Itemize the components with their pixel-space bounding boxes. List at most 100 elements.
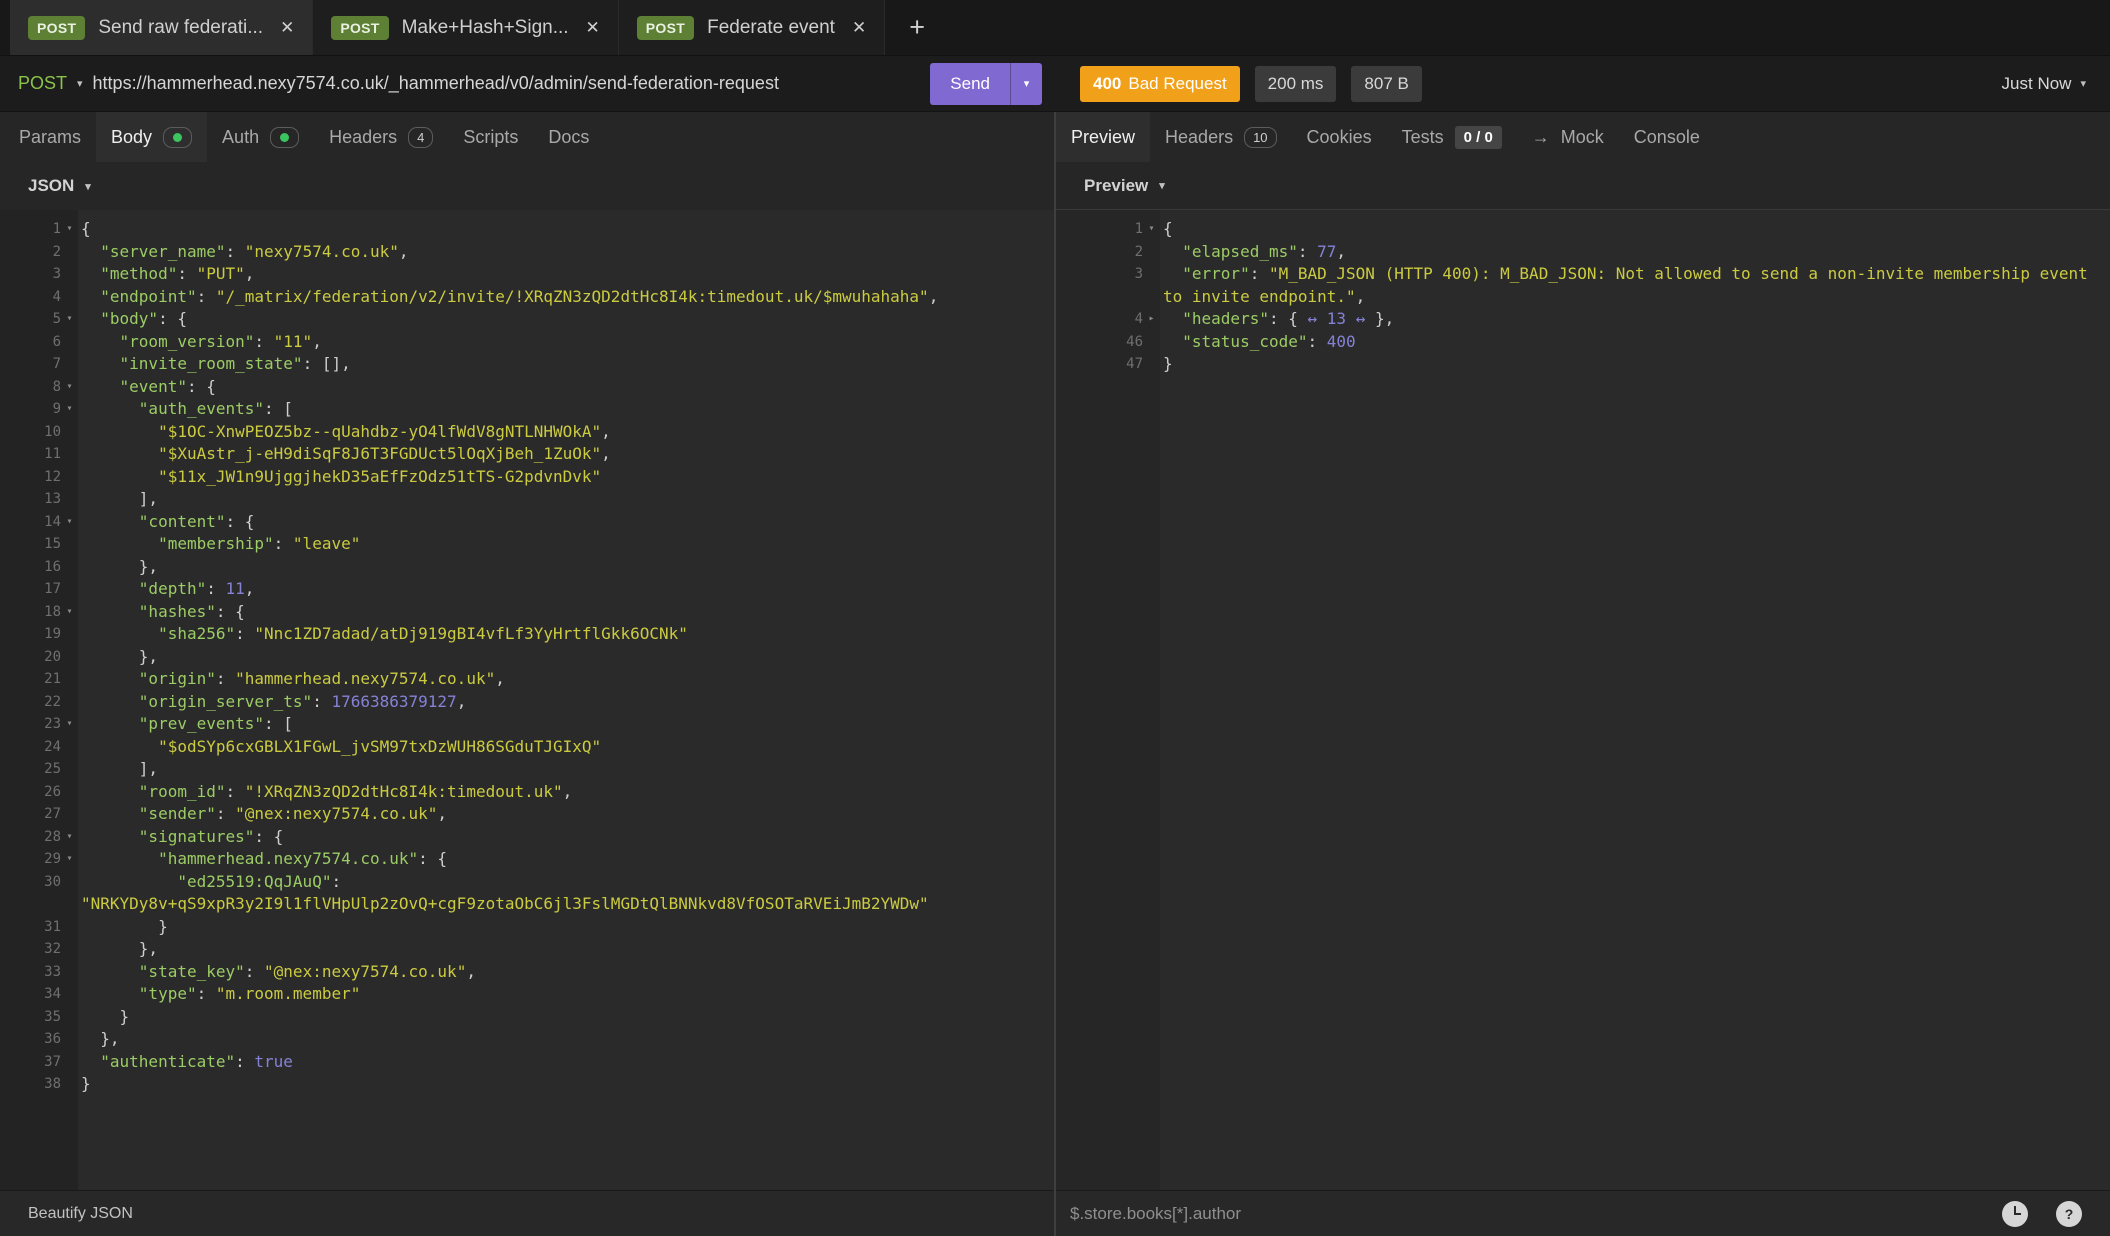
chevron-down-icon[interactable]: ▾ (77, 77, 83, 90)
preview-mode-selector[interactable]: Preview ▾ (1056, 162, 2110, 210)
tab-console[interactable]: Console (1619, 112, 1715, 162)
code-text: "hammerhead.nexy7574.co.uk": { (78, 848, 1054, 871)
fold-marker-icon[interactable]: ↔ (1308, 309, 1318, 328)
response-body-viewer[interactable]: 1▾{2 "elapsed_ms": 77,3 "error": "M_BAD_… (1056, 210, 2110, 1190)
request-tab[interactable]: POSTSend raw federati...✕ (10, 0, 313, 55)
fold-toggle-icon[interactable]: ▾ (61, 398, 78, 421)
fold-toggle-icon[interactable]: ▾ (61, 218, 78, 241)
fold-spacer (1143, 241, 1160, 264)
fold-spacer (61, 1051, 78, 1074)
tab-params[interactable]: Params (4, 112, 96, 162)
line-number: 8 (0, 376, 61, 399)
line-number: 5 (0, 308, 61, 331)
body-mode-selector[interactable]: JSON ▾ (0, 162, 1054, 210)
code-line: 16 }, (0, 556, 1054, 579)
tab-label: Docs (548, 127, 589, 148)
close-icon[interactable]: ✕ (586, 18, 600, 38)
help-icon[interactable]: ? (2056, 1201, 2082, 1227)
fold-toggle-icon[interactable]: ▾ (61, 713, 78, 736)
response-section-tabs: PreviewHeaders10CookiesTests0 / 0→Mock Co… (1056, 112, 2110, 162)
request-tab[interactable]: POSTFederate event✕ (619, 0, 885, 55)
token (81, 309, 100, 328)
token: : { (1269, 309, 1308, 328)
fold-spacer (61, 871, 78, 916)
tab-docs[interactable]: Docs (533, 112, 604, 162)
line-number: 14 (0, 511, 61, 534)
line-number: 27 (0, 803, 61, 826)
token (1163, 332, 1182, 351)
token: : { (226, 512, 255, 531)
request-url-bar: POST ▾ https://hammerhead.nexy7574.co.uk… (0, 56, 1054, 111)
send-options-caret-icon[interactable]: ▾ (1010, 63, 1042, 105)
tab-title: Federate event (707, 17, 835, 39)
fold-toggle-icon[interactable]: ▾ (61, 848, 78, 871)
request-tabs: POSTSend raw federati...✕POSTMake+Hash+S… (10, 0, 885, 55)
tab-headers[interactable]: Headers10 (1150, 112, 1292, 162)
token: "headers" (1182, 309, 1269, 328)
token: : (331, 872, 350, 891)
help-glyph: ? (2065, 1206, 2074, 1222)
token: "@nex:nexy7574.co.uk" (235, 804, 437, 823)
fold-toggle-icon[interactable]: ▾ (61, 511, 78, 534)
token: : { (254, 827, 283, 846)
green-dot-icon (280, 133, 289, 142)
fold-toggle-icon[interactable]: ▸ (1143, 308, 1160, 331)
history-clock-icon[interactable] (2002, 1201, 2028, 1227)
tab-label: Body (111, 127, 152, 148)
tab-scripts[interactable]: Scripts (448, 112, 533, 162)
send-button[interactable]: Send ▾ (930, 63, 1042, 105)
code-line: 33 "state_key": "@nex:nexy7574.co.uk", (0, 961, 1054, 984)
request-body-editor[interactable]: 1▾{2 "server_name": "nexy7574.co.uk",3 "… (0, 210, 1054, 1190)
tab-label: Params (19, 127, 81, 148)
token: "type" (139, 984, 197, 1003)
fold-marker-icon[interactable]: ↔ (1356, 309, 1366, 328)
line-number: 1 (0, 218, 61, 241)
fold-spacer (61, 983, 78, 1006)
close-icon[interactable]: ✕ (280, 18, 294, 38)
tab-tests[interactable]: Tests0 / 0 (1387, 112, 1517, 162)
token: , (1336, 242, 1346, 261)
token: true (254, 1052, 293, 1071)
new-tab-button[interactable]: + (885, 0, 949, 55)
request-tab[interactable]: POSTMake+Hash+Sign...✕ (313, 0, 618, 55)
fold-toggle-icon[interactable]: ▾ (61, 601, 78, 624)
fold-toggle-icon[interactable]: ▾ (61, 376, 78, 399)
token: "event" (120, 377, 187, 396)
method-badge: POST (28, 16, 85, 40)
tab-mock[interactable]: →Mock (1517, 112, 1619, 162)
tab-cookies[interactable]: Cookies (1292, 112, 1387, 162)
code-line: 5▾ "body": { (0, 308, 1054, 331)
fold-toggle-icon[interactable]: ▾ (61, 308, 78, 331)
gutter: 25 (0, 758, 78, 781)
fold-toggle-icon[interactable]: ▾ (1143, 218, 1160, 241)
code-text: { (78, 218, 1054, 241)
url-input[interactable]: https://hammerhead.nexy7574.co.uk/_hamme… (93, 73, 931, 94)
code-line: 12 "$11x_JW1n9UjggjhekD35aEfFzOdz51tTS-G… (0, 466, 1054, 489)
tab-label: Console (1634, 127, 1700, 148)
code-text: "method": "PUT", (78, 263, 1054, 286)
tab-auth[interactable]: Auth (207, 112, 314, 162)
tab-preview[interactable]: Preview (1056, 112, 1150, 162)
code-line: 1▾{ (0, 218, 1054, 241)
green-dot-icon (173, 133, 182, 142)
gutter: 5▾ (0, 308, 78, 331)
beautify-json-button[interactable]: Beautify JSON (0, 1205, 133, 1223)
tab-body[interactable]: Body (96, 112, 207, 162)
token: , (601, 444, 611, 463)
response-timestamp-dropdown[interactable]: Just Now ▾ (2002, 74, 2086, 94)
method-selector[interactable]: POST (18, 73, 67, 94)
code-text: }, (78, 1028, 1054, 1051)
tab-headers[interactable]: Headers4 (314, 112, 448, 162)
gutter: 38 (0, 1073, 78, 1096)
fold-spacer (61, 961, 78, 984)
response-time-badge: 200 ms (1255, 66, 1337, 102)
token (81, 849, 158, 868)
gutter: 4 (0, 286, 78, 309)
close-icon[interactable]: ✕ (852, 18, 866, 38)
token: }, (1365, 309, 1394, 328)
fold-toggle-icon[interactable]: ▾ (61, 826, 78, 849)
line-number: 22 (0, 691, 61, 714)
token: , (457, 692, 467, 711)
token: : (177, 264, 196, 283)
json-filter-input[interactable] (1056, 1204, 2002, 1224)
